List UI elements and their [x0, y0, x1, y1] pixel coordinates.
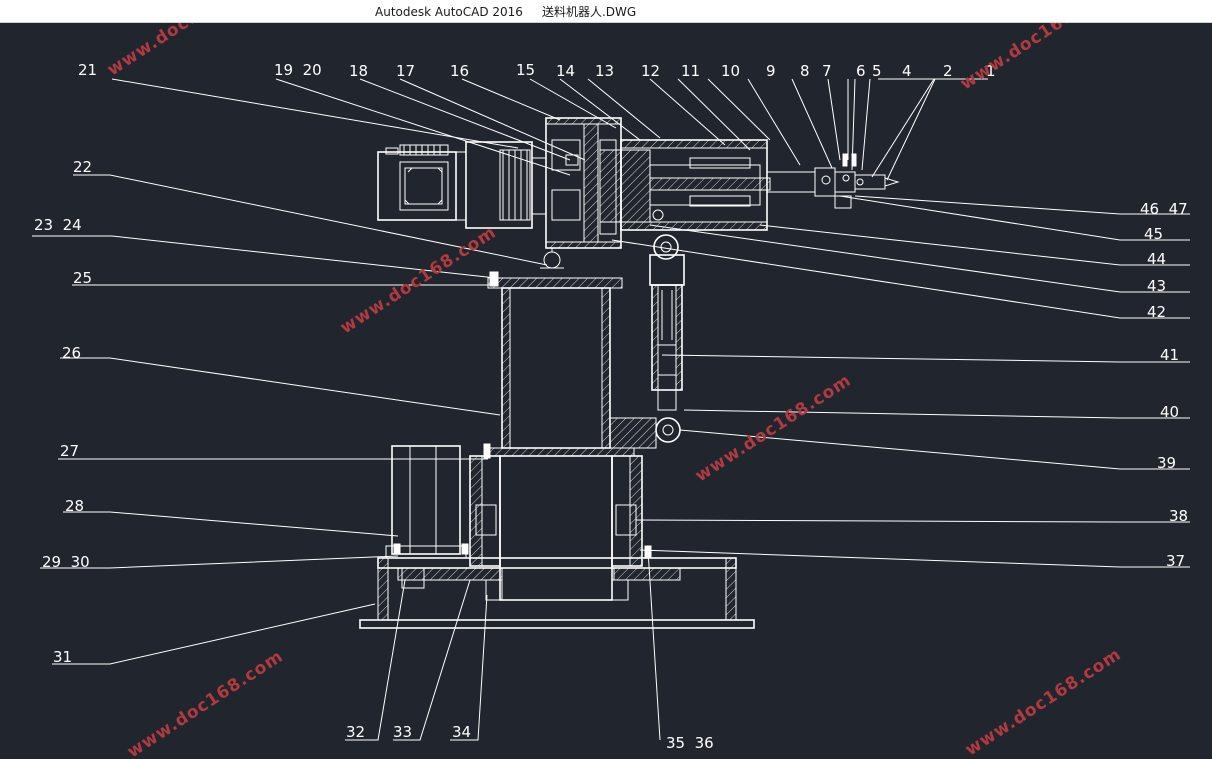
- label-14: 14: [556, 62, 575, 80]
- watermark: www.doc168.com: [124, 646, 287, 759]
- title-bar: Autodesk AutoCAD 2016 送料机器人.DWG: [0, 0, 1212, 23]
- label-34: 34: [452, 723, 471, 741]
- watermark: www.doc168.com: [337, 222, 500, 338]
- label-26: 26: [62, 344, 81, 362]
- watermark: www.doc168.com: [962, 644, 1125, 759]
- label-22: 22: [73, 158, 92, 176]
- screw-arm: [599, 139, 900, 231]
- label-13: 13: [595, 62, 614, 80]
- mechanical-assembly: [359, 117, 900, 629]
- label-31: 31: [53, 648, 72, 666]
- watermark: www.doc168.com: [104, 23, 267, 80]
- label-44: 44: [1147, 250, 1166, 268]
- label-28: 28: [65, 497, 84, 515]
- label-45: 45: [1144, 225, 1163, 243]
- motor: [377, 141, 547, 229]
- label-19-20: 19 20: [274, 61, 322, 79]
- label-29-30: 29 30: [42, 553, 90, 571]
- label-32: 32: [346, 723, 365, 741]
- label-17: 17: [396, 62, 415, 80]
- label-25: 25: [73, 269, 92, 287]
- label-2: 2: [943, 62, 953, 80]
- label-8: 8: [800, 62, 810, 80]
- label-10: 10: [721, 62, 740, 80]
- lift-cylinder: [649, 234, 685, 443]
- label-27: 27: [60, 442, 79, 460]
- label-40: 40: [1160, 403, 1179, 421]
- label-43: 43: [1147, 277, 1166, 295]
- watermarks: www.doc168.com www.doc168.com www.doc168…: [104, 23, 1125, 759]
- label-9: 9: [766, 62, 776, 80]
- label-16: 16: [450, 62, 469, 80]
- label-42: 42: [1147, 303, 1166, 321]
- watermark: www.doc168.com: [692, 370, 855, 486]
- label-41: 41: [1160, 346, 1179, 364]
- watermark: www.doc168.com: [957, 23, 1120, 94]
- label-6: 6: [856, 62, 866, 80]
- label-4: 4: [902, 62, 912, 80]
- label-23-24: 23 24: [34, 216, 82, 234]
- label-7: 7: [822, 62, 832, 80]
- drawing-canvas[interactable]: 1 2 4 5 6 7 8 9 10 11 12 13 14 15 16 17 …: [0, 23, 1212, 759]
- label-18: 18: [349, 62, 368, 80]
- label-39: 39: [1157, 454, 1176, 472]
- label-46-47: 46 47: [1140, 200, 1188, 218]
- label-33: 33: [393, 723, 412, 741]
- label-15: 15: [516, 61, 535, 79]
- label-35-36: 35 36: [666, 734, 714, 752]
- label-21: 21: [78, 61, 97, 79]
- label-37: 37: [1166, 552, 1185, 570]
- base: [359, 557, 755, 629]
- label-12: 12: [641, 62, 660, 80]
- upper-column: [487, 271, 657, 457]
- label-5: 5: [872, 62, 882, 80]
- label-38: 38: [1169, 507, 1188, 525]
- label-11: 11: [681, 62, 700, 80]
- window-title: Autodesk AutoCAD 2016 送料机器人.DWG: [375, 5, 637, 19]
